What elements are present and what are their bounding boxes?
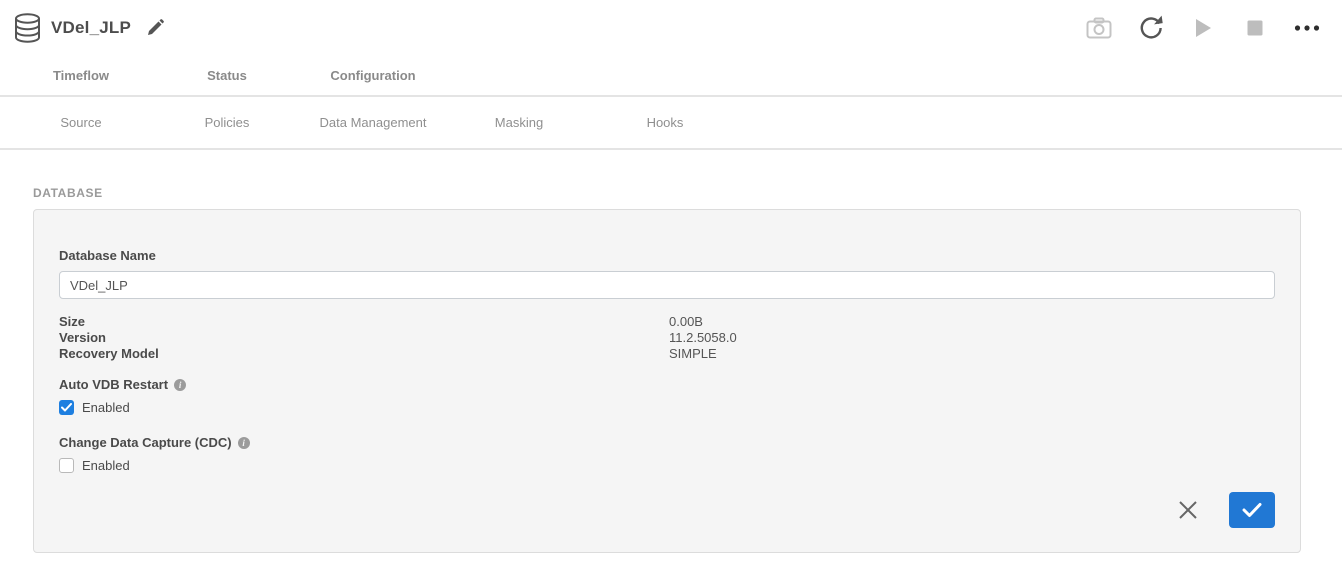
subtab-hooks[interactable]: Hooks xyxy=(592,115,738,130)
edit-pencil-icon[interactable] xyxy=(145,18,165,38)
stop-icon xyxy=(1240,13,1270,43)
info-row-size: Size 0.00B xyxy=(59,314,1275,330)
page-title: VDel_JLP xyxy=(51,18,131,38)
subtab-policies[interactable]: Policies xyxy=(154,115,300,130)
subtab-masking[interactable]: Masking xyxy=(446,115,592,130)
recovery-model-value: SIMPLE xyxy=(669,346,717,362)
auto-vdb-restart-label: Auto VDB Restart i xyxy=(59,377,1275,392)
recovery-model-label: Recovery Model xyxy=(59,346,669,362)
content-area: DATABASE Database Name Size 0.00B Versio… xyxy=(0,186,1342,553)
cdc-text: Change Data Capture (CDC) xyxy=(59,435,232,450)
header: VDel_JLP xyxy=(0,0,1342,55)
configuration-subtabs: Source Policies Data Management Masking … xyxy=(0,97,1342,150)
subtab-source[interactable]: Source xyxy=(8,115,154,130)
auto-vdb-restart-checkbox-row[interactable]: Enabled xyxy=(59,400,1275,415)
database-info-rows: Size 0.00B Version 11.2.5058.0 Recovery … xyxy=(59,314,1275,362)
cdc-label: Change Data Capture (CDC) i xyxy=(59,435,1275,450)
tab-status[interactable]: Status xyxy=(154,68,300,83)
auto-vdb-restart-group: Auto VDB Restart i Enabled xyxy=(59,377,1275,415)
tab-timeflow[interactable]: Timeflow xyxy=(8,68,154,83)
info-row-version: Version 11.2.5058.0 xyxy=(59,330,1275,346)
section-title-database: DATABASE xyxy=(33,186,1309,200)
header-actions xyxy=(1062,13,1322,43)
refresh-icon[interactable] xyxy=(1136,13,1166,43)
database-icon xyxy=(14,13,41,43)
info-row-recovery-model: Recovery Model SIMPLE xyxy=(59,346,1275,362)
auto-vdb-restart-text: Auto VDB Restart xyxy=(59,377,168,392)
subtab-data-management[interactable]: Data Management xyxy=(300,115,446,130)
primary-tabs: Timeflow Status Configuration xyxy=(0,55,1342,97)
database-name-label: Database Name xyxy=(59,248,1275,263)
start-play-icon xyxy=(1188,13,1218,43)
panel-actions xyxy=(1177,492,1275,528)
size-value: 0.00B xyxy=(669,314,703,330)
snapshot-camera-icon[interactable] xyxy=(1084,13,1114,43)
tab-configuration[interactable]: Configuration xyxy=(300,68,446,83)
cdc-checkbox-row[interactable]: Enabled xyxy=(59,458,1275,473)
database-panel: Database Name Size 0.00B Version 11.2.50… xyxy=(33,209,1301,553)
cdc-group: Change Data Capture (CDC) i Enabled xyxy=(59,435,1275,473)
cancel-x-icon[interactable] xyxy=(1177,499,1199,521)
auto-vdb-restart-enabled-label: Enabled xyxy=(82,400,130,415)
database-name-input[interactable] xyxy=(59,271,1275,299)
info-icon[interactable]: i xyxy=(238,437,250,449)
ellipsis-menu-icon[interactable] xyxy=(1292,13,1322,43)
version-value: 11.2.5058.0 xyxy=(669,330,737,346)
auto-vdb-restart-checkbox[interactable] xyxy=(59,400,74,415)
cdc-checkbox[interactable] xyxy=(59,458,74,473)
size-label: Size xyxy=(59,314,669,330)
info-icon[interactable]: i xyxy=(174,379,186,391)
confirm-check-button[interactable] xyxy=(1229,492,1275,528)
version-label: Version xyxy=(59,330,669,346)
cdc-enabled-label: Enabled xyxy=(82,458,130,473)
